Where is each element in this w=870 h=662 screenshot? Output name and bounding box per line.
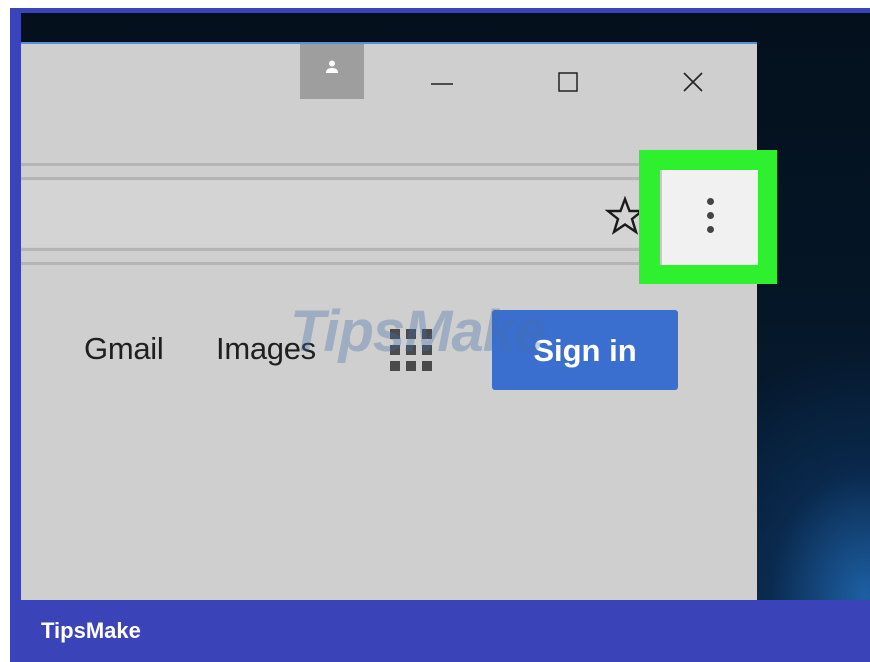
menu-separator [660, 170, 662, 265]
footer-brand: TipsMake [41, 618, 141, 643]
menu-dot [707, 212, 714, 219]
images-link[interactable]: Images [216, 331, 316, 367]
maximize-icon [558, 72, 578, 92]
gmail-link[interactable]: Gmail [84, 331, 164, 367]
apps-grid-icon[interactable] [388, 327, 434, 378]
minimize-button[interactable] [422, 64, 462, 100]
menu-dot [707, 226, 714, 233]
sign-in-button[interactable]: Sign in [492, 310, 678, 390]
footer-bar: TipsMake [10, 600, 870, 662]
chrome-menu-button[interactable] [660, 170, 758, 265]
profile-button[interactable] [300, 44, 364, 99]
apps-grid-graphic [390, 329, 432, 371]
close-icon [683, 72, 703, 92]
person-icon [326, 60, 338, 73]
minimize-icon [431, 83, 453, 85]
maximize-button[interactable] [548, 64, 588, 100]
menu-dot [707, 198, 714, 205]
close-button[interactable] [673, 64, 713, 100]
